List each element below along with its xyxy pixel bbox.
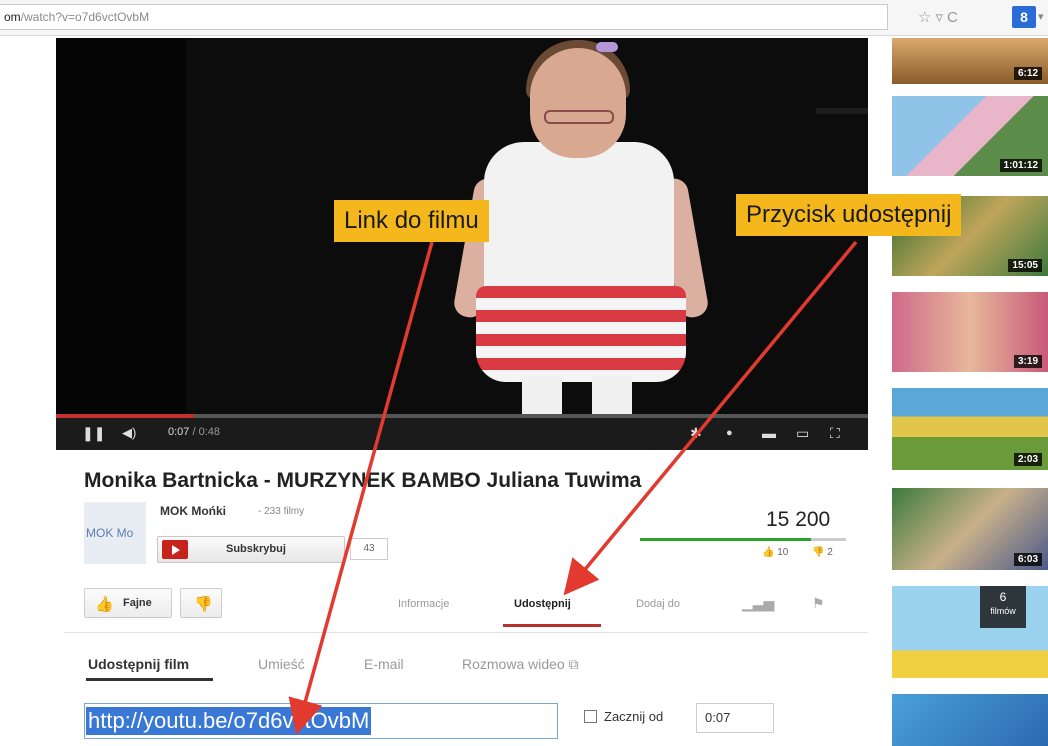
annotations-icon[interactable]: ● xyxy=(726,425,733,441)
thumbs-up-icon: 👍 xyxy=(762,547,775,558)
subscriber-count: 43 xyxy=(350,538,388,560)
tab-informacje[interactable]: Informacje xyxy=(398,598,449,610)
video-duration: 1:01:12 xyxy=(999,159,1042,172)
share-tab-film[interactable]: Udostępnij film xyxy=(88,656,189,672)
channel-video-count[interactable]: - 233 filmy xyxy=(258,506,304,517)
callout-share-button: Przycisk udostępnij xyxy=(736,194,962,236)
view-count: 15 200 xyxy=(766,508,831,531)
video-duration: 6:12 xyxy=(1013,67,1042,80)
share-link-text: http://youtu.be/o7d6vctOvbM xyxy=(86,707,372,735)
active-tab-indicator xyxy=(503,624,601,627)
progress-fill xyxy=(56,414,195,418)
statistics-icon[interactable]: ▁▃▅ xyxy=(742,595,774,612)
like-count: 👍 10 xyxy=(762,547,789,558)
playlist-count-badge: 6 filmów xyxy=(980,586,1026,628)
chevron-down-icon[interactable]: ▾ xyxy=(1038,10,1044,23)
like-ratio-bar xyxy=(640,538,811,541)
like-button[interactable]: 👍 Fajne xyxy=(84,588,172,618)
video-duration: 6:03 xyxy=(1013,553,1042,566)
star-icon[interactable]: ☆ xyxy=(918,9,935,26)
time-display: 0:07 / 0:48 xyxy=(168,426,221,438)
callout-link: Link do filmu xyxy=(334,200,489,242)
address-bar[interactable]: om/watch?v=o7d6vctOvbM xyxy=(0,4,888,30)
small-player-icon[interactable]: ▬ xyxy=(762,425,776,441)
channel-name[interactable]: MOK Mońki xyxy=(160,504,226,518)
tab-udostepnij[interactable]: Udostępnij xyxy=(514,598,571,610)
google-extension-icon[interactable]: 8 xyxy=(1012,6,1036,28)
browser-toolbar: om/watch?v=o7d6vctOvbM ☆▿C 8 ▾ xyxy=(0,0,1048,36)
large-player-icon[interactable]: ▭ xyxy=(796,425,809,441)
share-tab-indicator xyxy=(86,678,213,681)
related-video-thumb[interactable]: 6:03 xyxy=(892,488,1048,570)
thumbs-down-icon: 👎 xyxy=(194,596,213,613)
start-at-label: Zacznij od xyxy=(604,709,664,724)
related-video-thumb[interactable]: 1:01:12 xyxy=(892,96,1048,176)
share-tab-video-chat[interactable]: Rozmowa wideo ⧉ xyxy=(462,656,579,673)
youtube-logo-icon xyxy=(162,540,188,559)
related-video-thumb[interactable]: 2:03 xyxy=(892,388,1048,470)
fullscreen-icon[interactable]: ⛶ xyxy=(830,425,840,441)
pause-icon[interactable]: ❚❚ xyxy=(82,425,105,441)
share-link-input[interactable]: http://youtu.be/o7d6vctOvbM xyxy=(84,703,558,739)
dislike-button[interactable]: 👎 xyxy=(180,588,222,618)
related-video-thumb[interactable] xyxy=(892,694,1048,746)
related-video-thumb[interactable]: 6:12 xyxy=(892,38,1048,84)
video-duration: 3:19 xyxy=(1013,355,1042,368)
share-tab-embed[interactable]: Umieść xyxy=(258,656,305,672)
channel-avatar[interactable]: MOK Mo xyxy=(84,502,146,564)
share-tab-email[interactable]: E-mail xyxy=(364,656,404,672)
start-at-checkbox[interactable] xyxy=(584,710,597,723)
address-actions: ☆▿C xyxy=(918,8,962,26)
subscribe-label: Subskrybuj xyxy=(226,543,286,555)
dislike-count: 👎 2 xyxy=(812,547,833,558)
video-duration: 2:03 xyxy=(1013,453,1042,466)
player-controls: ❚❚ ◀) 0:07 / 0:48 ✱ ● ▬ ▭ ⛶ xyxy=(56,414,868,450)
video-duration: 15:05 xyxy=(1008,259,1042,272)
start-at-time-input[interactable]: 0:07 xyxy=(696,703,774,733)
tab-dodaj-do[interactable]: Dodaj do xyxy=(636,598,680,610)
settings-gear-icon[interactable]: ✱ xyxy=(690,425,702,441)
related-video-thumb[interactable]: 3:19 xyxy=(892,292,1048,372)
video-title: Monika Bartnicka - MURZYNEK BAMBO Julian… xyxy=(84,469,642,492)
reload-icon[interactable]: C xyxy=(947,9,962,26)
dislike-ratio-bar xyxy=(811,538,846,541)
flag-icon[interactable]: ⚑ xyxy=(812,595,825,612)
thumbs-down-icon: 👎 xyxy=(812,547,825,558)
progress-bar[interactable] xyxy=(56,414,868,418)
subscribe-button[interactable]: Subskrybuj xyxy=(157,536,345,563)
volume-icon[interactable]: ◀) xyxy=(122,425,136,441)
thumbs-up-icon: 👍 xyxy=(95,596,114,613)
video-frame-girl xyxy=(530,48,626,158)
dropdown-arrow-icon[interactable]: ▿ xyxy=(935,9,947,26)
address-url: om/watch?v=o7d6vctOvbM xyxy=(4,10,150,24)
